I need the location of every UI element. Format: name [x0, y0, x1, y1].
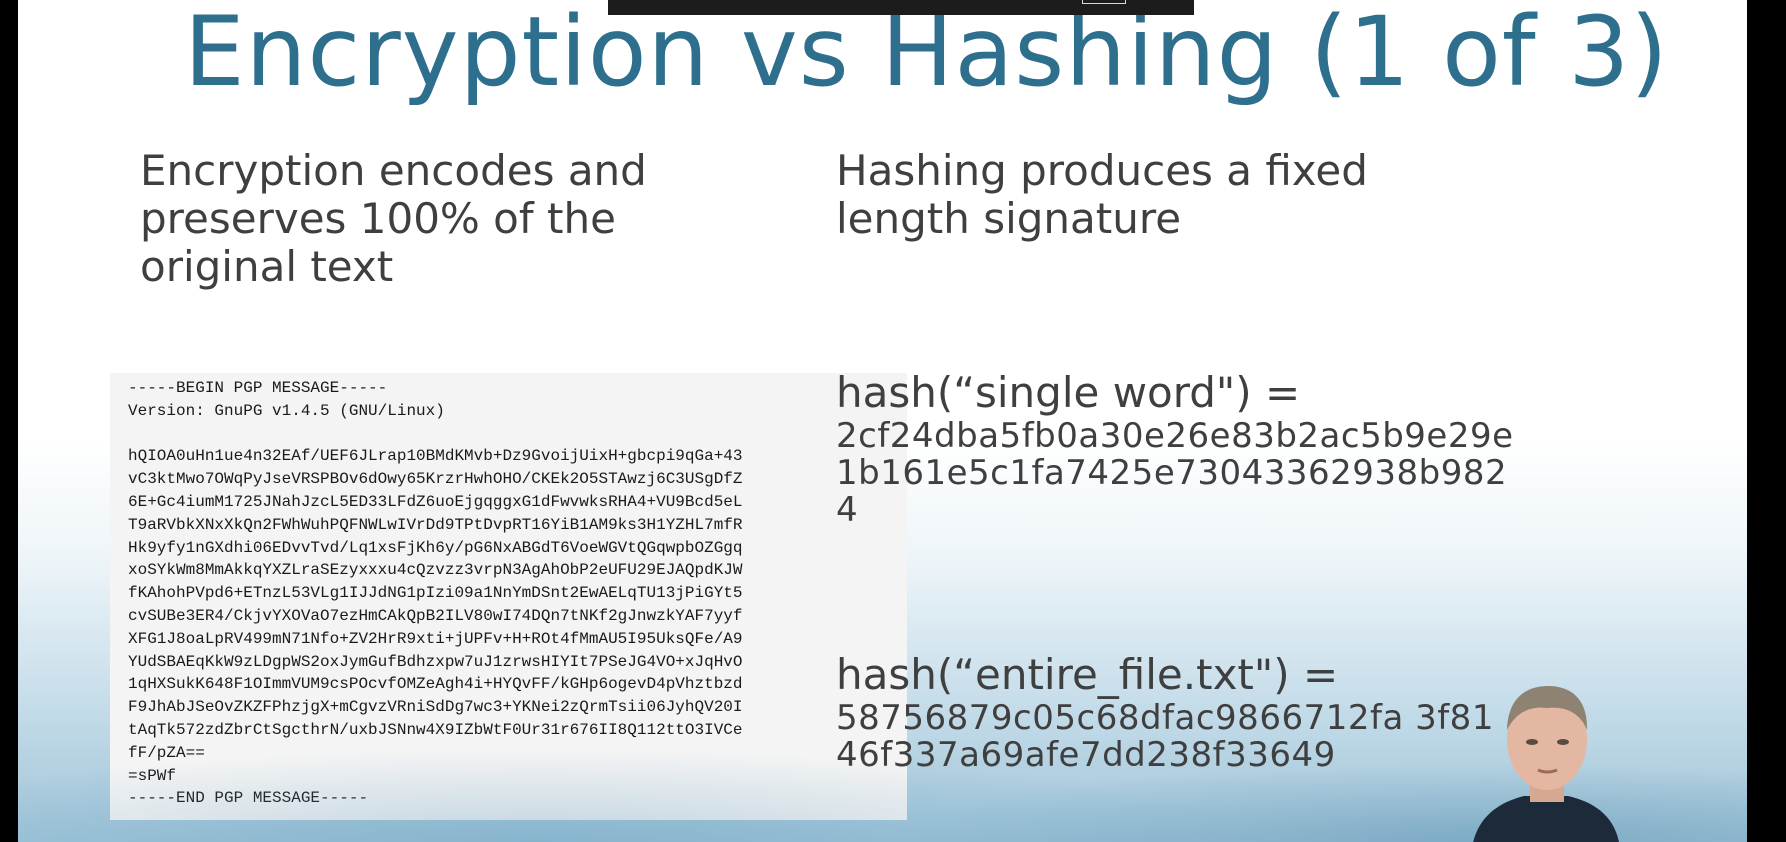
right-black-bar: [1747, 0, 1786, 842]
hashing-bullet: Hashing produces a fixed length signatur…: [836, 146, 1368, 243]
pgp-message-block: -----BEGIN PGP MESSAGE----- Version: Gnu…: [110, 373, 907, 820]
presenter-video-icon: [1473, 686, 1619, 842]
overlay-handle[interactable]: [1082, 0, 1126, 4]
hash-digest: 2cf24dba5fb0a30e26e83b2ac5b9e29e1b161e5c…: [836, 416, 1514, 530]
hash-example-entire-file: hash(“entire_file.txt") = 58756879c05c68…: [836, 650, 1516, 774]
slide: Encryption vs Hashing (1 of 3) Encryptio…: [18, 0, 1747, 842]
slide-title: Encryption vs Hashing (1 of 3): [184, 0, 1669, 108]
hash-call: hash(“single word") =: [836, 368, 1301, 417]
pgp-message-text: -----BEGIN PGP MESSAGE----- Version: Gnu…: [128, 379, 743, 808]
hash-example-single-word: hash(“single word") = 2cf24dba5fb0a30e26…: [836, 368, 1516, 529]
encryption-bullet: Encryption encodes and preserves 100% of…: [140, 146, 647, 291]
hash-digest: 58756879c05c68dfac9866712fa 3f8146f337a6…: [836, 698, 1494, 775]
video-overlay-bar[interactable]: [608, 0, 1194, 15]
hash-call: hash(“entire_file.txt") =: [836, 650, 1339, 699]
